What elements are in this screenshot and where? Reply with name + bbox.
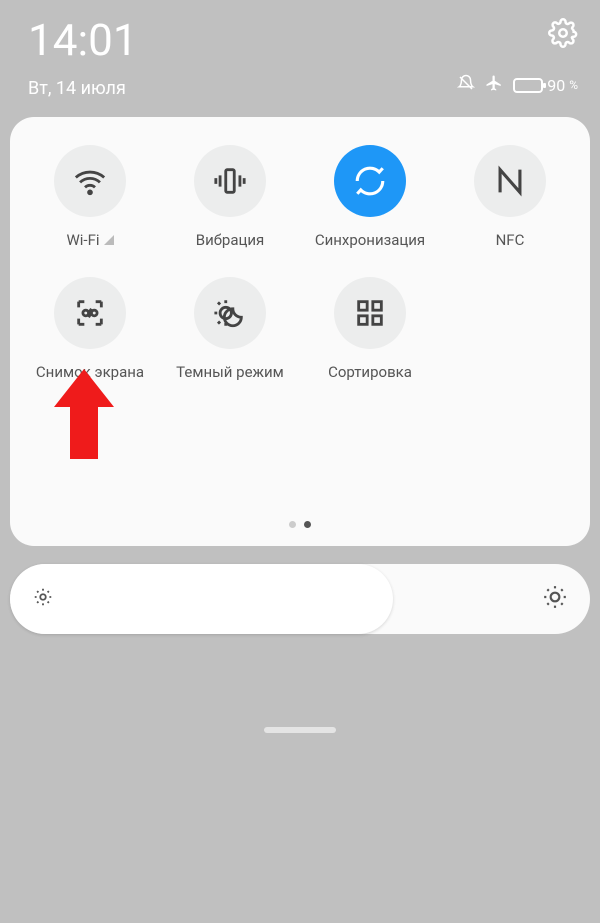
tile-screenshot[interactable]: Снимок экрана [20,277,160,381]
wifi-icon [54,145,126,217]
nfc-icon [474,145,546,217]
settings-button[interactable] [548,18,578,52]
tile-label: Wi-Fi [66,231,113,249]
tile-wifi[interactable]: Wi-Fi [20,145,160,249]
page-dot-active [304,521,311,528]
date: Вт, 14 июля [28,78,138,99]
status-bar: 14:01 Вт, 14 июля 90 % [0,0,600,103]
page-dot [289,521,296,528]
vibrate-icon [194,145,266,217]
tile-label: Синхронизация [315,231,425,249]
sync-icon [334,145,406,217]
tile-vibrate[interactable]: Вибрация [160,145,300,249]
brightness-low-icon [32,586,54,612]
status-bar-right: 90 % [457,18,578,96]
battery-unit: % [569,78,578,92]
sort-icon [334,277,406,349]
tile-dark-mode[interactable]: Темный режим [160,277,300,381]
status-icons: 90 % [457,74,578,96]
brightness-slider[interactable] [10,564,590,634]
status-bar-left: 14:01 Вт, 14 июля [28,18,138,99]
quick-settings-tiles: Wi-Fi Вибрация Синхронизация NFC [20,145,580,381]
clock: 14:01 [28,18,138,62]
tile-nfc[interactable]: NFC [440,145,580,249]
signal-icon [104,235,114,245]
battery-indicator: 90 % [513,76,578,95]
mute-icon [457,74,475,96]
panel-handle[interactable] [264,727,336,733]
tile-label: NFC [496,231,525,249]
tile-label: Сортировка [328,363,412,381]
tile-sort[interactable]: Сортировка [300,277,440,381]
brightness-high-icon [542,584,568,614]
page-indicator[interactable] [20,521,580,528]
battery-percent: 90 [547,76,565,95]
tile-sync[interactable]: Синхронизация [300,145,440,249]
highlight-arrow [54,369,114,459]
dark-mode-icon [194,277,266,349]
tile-label: Вибрация [196,231,265,249]
tile-label: Темный режим [176,363,284,381]
airplane-icon [485,74,503,96]
screenshot-icon [54,277,126,349]
brightness-fill [10,564,393,634]
quick-settings-panel: Wi-Fi Вибрация Синхронизация NFC [10,117,590,546]
